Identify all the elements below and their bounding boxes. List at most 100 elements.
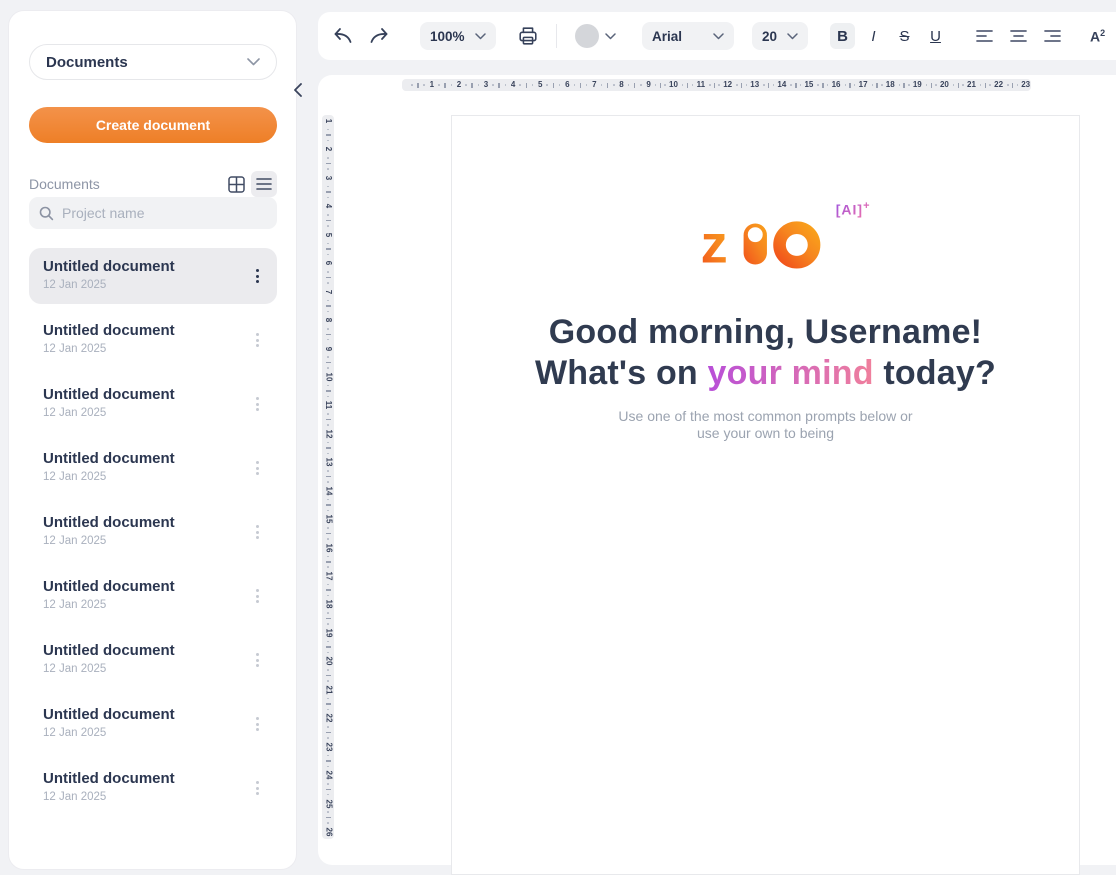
undo-button[interactable] [330, 22, 358, 50]
ruler-number: 24 [324, 771, 332, 780]
document-date: 12 Jan 2025 [43, 663, 243, 675]
vertical-ruler: 1234567891011121314151617181920212223242… [322, 115, 334, 839]
document-menu-button[interactable] [249, 520, 265, 544]
document-menu-button[interactable] [249, 328, 265, 352]
chevron-down-icon [247, 58, 260, 66]
ruler-number: 4 [324, 204, 332, 208]
document-menu-button[interactable] [249, 392, 265, 416]
ruler-number: 19 [324, 628, 332, 637]
align-right-icon [1044, 29, 1061, 43]
align-right-button[interactable] [1038, 22, 1066, 50]
ai-badge: [AI]+ [836, 200, 870, 218]
ruler-number: 5 [324, 233, 332, 237]
document-menu-button[interactable] [249, 776, 265, 800]
document-list-item[interactable]: Untitled document 12 Jan 2025 [29, 504, 277, 560]
document-menu-button[interactable] [249, 712, 265, 736]
document-menu-button[interactable] [249, 648, 265, 672]
ruler-number: 20 [324, 657, 332, 666]
search-icon [39, 206, 54, 221]
document-date: 12 Jan 2025 [43, 471, 243, 483]
redo-icon [367, 27, 389, 45]
ruler-number: 2 [457, 81, 461, 89]
sidebar-collapse-button[interactable] [290, 81, 306, 99]
document-date: 12 Jan 2025 [43, 343, 243, 355]
list-view-button[interactable] [251, 171, 277, 197]
editor-toolbar: 100% Arial 20 B I S U A2 A2 [318, 12, 1116, 60]
document-title: Untitled document [43, 450, 243, 467]
font-family-select[interactable]: Arial [642, 22, 734, 50]
ruler-number: 7 [324, 289, 332, 293]
grid-view-button[interactable] [223, 171, 249, 197]
document-page[interactable]: z [AI]+ Good morning, Username! What's o… [451, 115, 1080, 875]
document-menu-button[interactable] [249, 584, 265, 608]
document-list-item[interactable]: Untitled document 12 Jan 2025 [29, 632, 277, 688]
ruler-number: 2 [324, 147, 332, 151]
ruler-number: 8 [324, 318, 332, 322]
document-date: 12 Jan 2025 [43, 791, 243, 803]
zio-logo: z [AI]+ [702, 216, 830, 272]
workspace-selector[interactable]: Documents [29, 44, 277, 80]
create-document-button[interactable]: Create document [29, 107, 277, 143]
strikethrough-button[interactable]: S [892, 23, 917, 49]
document-list-item[interactable]: Untitled document 12 Jan 2025 [29, 440, 277, 496]
ruler-number: 26 [324, 827, 332, 836]
document-title: Untitled document [43, 514, 243, 531]
document-title: Untitled document [43, 578, 243, 595]
ruler-number: 23 [324, 742, 332, 751]
text-color-select[interactable] [575, 24, 616, 48]
underline-button[interactable]: U [923, 23, 948, 49]
ruler-number: 17 [859, 81, 868, 89]
align-left-icon [976, 29, 993, 43]
font-size-value: 20 [762, 29, 777, 44]
redo-button[interactable] [364, 22, 392, 50]
document-list-item[interactable]: Untitled document 12 Jan 2025 [29, 312, 277, 368]
chevron-down-icon [605, 33, 616, 40]
print-button[interactable] [514, 22, 542, 50]
workspace-selector-label: Documents [46, 54, 128, 71]
logo-row: z [AI]+ [452, 216, 1079, 272]
italic-button[interactable]: I [861, 23, 886, 49]
zoom-select[interactable]: 100% [420, 22, 496, 50]
documents-list-header: Documents [29, 171, 277, 197]
document-list-item[interactable]: Untitled document 12 Jan 2025 [29, 568, 277, 624]
ruler-number: 6 [324, 261, 332, 265]
chevron-down-icon [787, 33, 798, 40]
document-title: Untitled document [43, 386, 243, 403]
document-list-item[interactable]: Untitled document 12 Jan 2025 [29, 696, 277, 752]
zio-logo-icon: z [702, 216, 830, 272]
font-size-select[interactable]: 20 [752, 22, 808, 50]
ruler-number: 3 [324, 176, 332, 180]
ruler-number: 8 [619, 81, 623, 89]
search-box [29, 197, 277, 229]
document-menu-button[interactable] [249, 264, 265, 288]
documents-list-title: Documents [29, 176, 221, 192]
align-center-button[interactable] [1004, 22, 1032, 50]
align-center-icon [1010, 29, 1027, 43]
bold-button[interactable]: B [830, 23, 855, 49]
ruler-number: 9 [646, 81, 650, 89]
editor-canvas: 1234567891011121314151617181920212223 12… [318, 75, 1116, 865]
document-title: Untitled document [43, 258, 243, 275]
ruler-number: 10 [669, 81, 678, 89]
document-list-item[interactable]: Untitled document 12 Jan 2025 [29, 248, 277, 304]
document-list-item[interactable]: Untitled document 12 Jan 2025 [29, 376, 277, 432]
document-list-item[interactable]: Untitled document 12 Jan 2025 [29, 760, 277, 816]
chevron-down-icon [475, 33, 486, 40]
greeting-line2: What's on your mind today? [452, 353, 1079, 394]
greeting-heading: Good morning, Username! What's on your m… [452, 312, 1079, 394]
ruler-number: 12 [324, 429, 332, 438]
ruler-number: 18 [324, 600, 332, 609]
document-date: 12 Jan 2025 [43, 535, 243, 547]
ruler-number: 4 [511, 81, 515, 89]
ruler-number: 21 [967, 81, 976, 89]
search-input[interactable] [62, 205, 267, 221]
ruler-number: 15 [324, 515, 332, 524]
ruler-number: 22 [994, 81, 1003, 89]
ruler-number: 19 [913, 81, 922, 89]
align-left-button[interactable] [970, 22, 998, 50]
document-menu-button[interactable] [249, 456, 265, 480]
ruler-number: 5 [538, 81, 542, 89]
greeting-subtitle: Use one of the most common prompts below… [452, 408, 1079, 442]
ruler-number: 23 [1021, 81, 1030, 89]
superscript-button[interactable]: A2 [1086, 28, 1109, 45]
